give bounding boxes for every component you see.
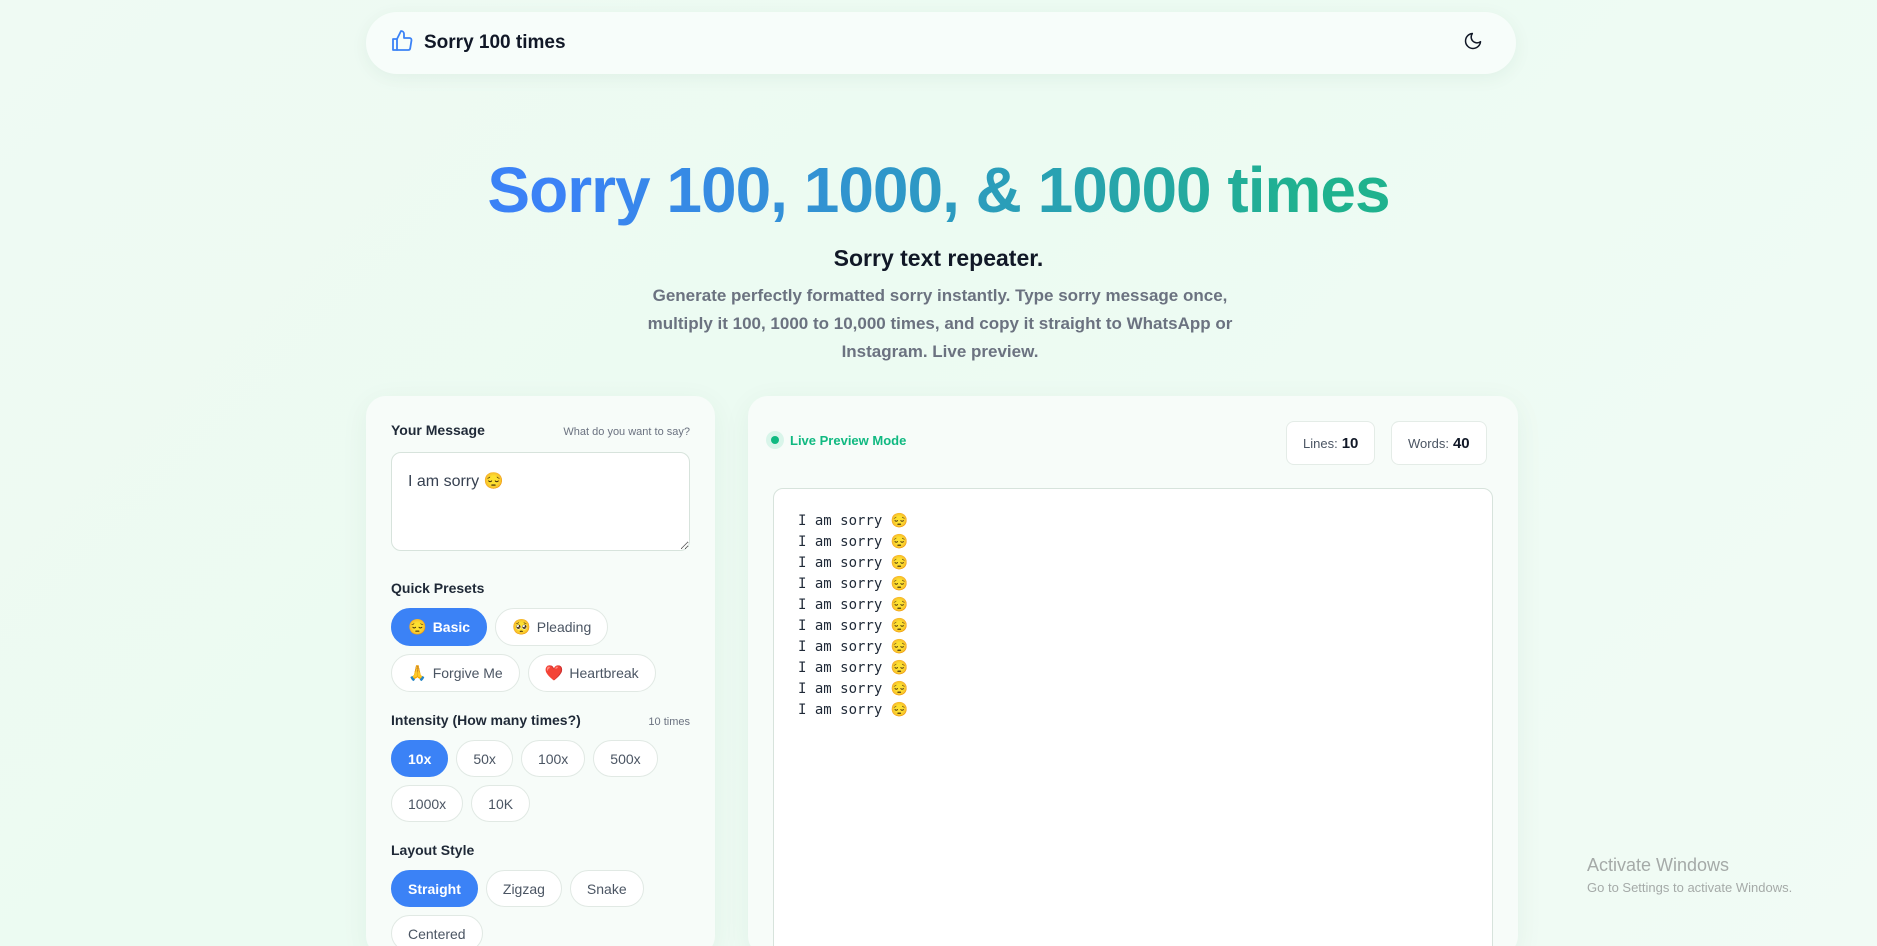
intensity-count: 10 times (648, 716, 690, 728)
preview-line: I am sorry 😔 (798, 681, 909, 697)
thumbs-up-icon (390, 29, 414, 58)
lines-label: Lines: (1303, 435, 1338, 451)
settings-panel: Your Message What do you want to say? I … (366, 396, 715, 946)
hero-title: Sorry 100, 1000, & 10000 times (0, 152, 1877, 228)
live-dot-icon (766, 431, 784, 449)
message-input[interactable]: I am sorry 😔 (391, 452, 690, 551)
message-hint: What do you want to say? (563, 426, 690, 438)
preview-line: I am sorry 😔 (798, 639, 909, 655)
intensity-options: 10x 50x 100x 500x 1000x 10K (391, 740, 690, 822)
intensity-1000x-button[interactable]: 1000x (391, 785, 464, 822)
top-nav: Sorry 100 times (366, 12, 1516, 74)
preview-line: I am sorry 😔 (798, 597, 909, 613)
pensive-face-icon: 😔 (408, 619, 427, 636)
intensity-label: Intensity (How many times?) (391, 712, 581, 728)
hero-description: Generate perfectly formatted sorry insta… (647, 286, 1233, 361)
preset-label: Basic (432, 619, 471, 635)
words-label: Words: (1408, 435, 1449, 451)
preset-basic-button[interactable]: 😔 Basic (391, 608, 488, 646)
preview-line: I am sorry 😔 (798, 576, 909, 592)
layout-style-options: Straight Zigzag Snake Centered (391, 870, 690, 946)
presets-list: 😔 Basic 🥺 Pleading 🙏 Forgive Me ❤️ Heart… (391, 608, 690, 692)
message-label: Your Message (391, 422, 485, 438)
page: Sorry 100 times Sorry 100, 1000, & 10000… (0, 0, 1877, 946)
brand-name: Sorry 100 times (424, 32, 566, 53)
words-count: 40 (1452, 434, 1470, 452)
preset-heartbreak-button[interactable]: ❤️ Heartbreak (527, 654, 656, 692)
preview-line: I am sorry 😔 (798, 555, 909, 571)
activate-windows-watermark: Activate Windows Go to Settings to activ… (1587, 855, 1792, 895)
preset-pleading-button[interactable]: 🥺 Pleading (495, 608, 609, 646)
preview-line: I am sorry 😔 (798, 534, 909, 550)
preview-panel: Live Preview Mode Lines: 10 Words: 40 I … (748, 396, 1518, 946)
intensity-50x-button[interactable]: 50x (456, 740, 513, 777)
preset-label: Forgive Me (432, 665, 503, 681)
message-header: Your Message What do you want to say? (391, 422, 690, 438)
intensity-500x-button[interactable]: 500x (593, 740, 658, 777)
intensity-100x-button[interactable]: 100x (520, 740, 586, 777)
heart-icon: ❤️ (544, 665, 564, 682)
folded-hands-icon: 🙏 (408, 665, 427, 682)
brand[interactable]: Sorry 100 times (390, 29, 566, 58)
theme-toggle-button[interactable] (1458, 28, 1488, 58)
intensity-section: Intensity (How many times?) 10 times 10x… (391, 712, 690, 822)
live-preview-label: Live Preview Mode (790, 432, 907, 448)
preview-line: I am sorry 😔 (798, 513, 909, 529)
pleading-face-icon: 🥺 (512, 619, 531, 636)
layout-zigzag-button[interactable]: Zigzag (485, 870, 562, 907)
moon-icon (1463, 31, 1483, 56)
words-stat: Words: 40 (1391, 421, 1487, 465)
lines-stat: Lines: 10 (1286, 421, 1376, 465)
hero-subtitle: Sorry text repeater. (833, 245, 1044, 271)
layout-centered-button[interactable]: Centered (391, 915, 483, 946)
preset-label: Heartbreak (569, 665, 639, 681)
intensity-10k-button[interactable]: 10K (471, 785, 531, 822)
presets-label: Quick Presets (391, 580, 485, 596)
watermark-subtitle: Go to Settings to activate Windows. (1587, 880, 1793, 895)
lines-count: 10 (1341, 434, 1359, 452)
layout-style-section: Layout Style Straight Zigzag Snake Cente… (391, 842, 690, 946)
preview-line: I am sorry 😔 (798, 660, 909, 676)
preview-output[interactable]: I am sorry 😔 I am sorry 😔 I am sorry 😔 I… (773, 488, 1493, 946)
layout-snake-button[interactable]: Snake (569, 870, 644, 907)
layout-style-label: Layout Style (391, 842, 475, 858)
layout-straight-button[interactable]: Straight (391, 870, 478, 907)
presets-section: Quick Presets 😔 Basic 🥺 Pleading 🙏 Forgi… (391, 580, 690, 692)
watermark-title: Activate Windows (1587, 855, 1730, 875)
preview-line: I am sorry 😔 (798, 702, 909, 718)
intensity-10x-button[interactable]: 10x (391, 740, 449, 777)
live-preview-indicator: Live Preview Mode (766, 431, 906, 449)
preset-forgive-me-button[interactable]: 🙏 Forgive Me (391, 654, 520, 692)
preview-line: I am sorry 😔 (798, 618, 909, 634)
intensity-header: Intensity (How many times?) 10 times (391, 712, 690, 728)
preset-label: Pleading (536, 619, 592, 635)
